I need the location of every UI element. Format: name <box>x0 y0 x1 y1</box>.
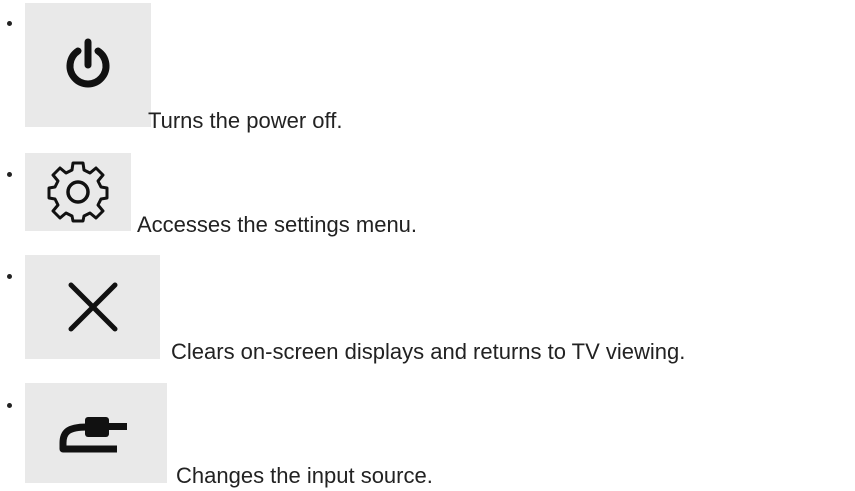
exit-button-image <box>25 255 160 359</box>
power-icon <box>66 38 110 88</box>
bullet <box>7 274 12 279</box>
item-description: Clears on-screen displays and returns to… <box>171 339 686 364</box>
bullet <box>7 403 12 408</box>
bullet <box>7 21 12 26</box>
settings-button-image <box>25 153 131 231</box>
input-button-image <box>25 383 167 483</box>
close-icon <box>68 282 117 332</box>
input-source-icon <box>59 417 127 453</box>
bullet <box>7 172 12 177</box>
item-description: Turns the power off. <box>148 108 343 133</box>
item-description: Changes the input source. <box>176 463 433 488</box>
gear-icon <box>47 161 109 223</box>
power-button-image <box>25 3 151 127</box>
item-description: Accesses the settings menu. <box>137 212 418 237</box>
